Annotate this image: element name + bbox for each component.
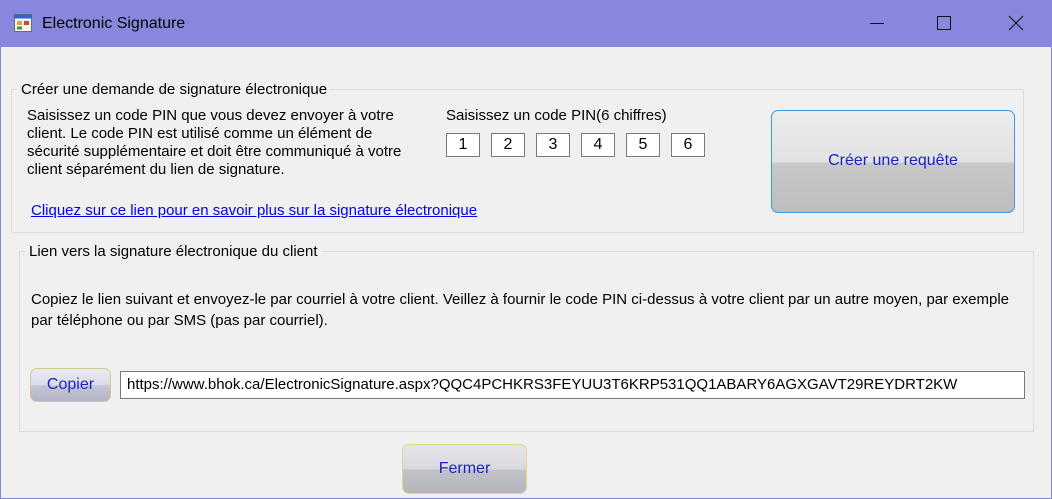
link-group-legend: Lien vers la signature électronique du c… [29,243,318,260]
pin-digit-3[interactable]: 3 [536,133,570,157]
pin-label: Saisissez un code PIN(6 chiffres) [446,107,667,124]
pin-description: Saisissez un code PIN que vous devez env… [27,107,402,178]
dialog-body: Créer une demande de signature électroni… [1,47,1051,498]
maximize-icon [937,16,951,30]
link-instructions: Copiez le lien suivant et envoyez-le par… [31,291,1009,329]
window-title: Electronic Signature [42,15,186,32]
app-window-icon [14,14,32,32]
link-groupbox: Lien vers la signature électronique du c… [19,243,1034,432]
minimize-button[interactable] [854,0,900,47]
request-group-legend: Créer une demande de signature électroni… [21,81,328,98]
close-icon [1008,15,1024,31]
pin-digit-2[interactable]: 2 [491,133,525,157]
pin-digit-1[interactable]: 1 [446,133,480,157]
learn-more-link[interactable]: Cliquez sur ce lien pour en savoir plus … [31,202,477,219]
minimize-icon [870,23,884,24]
pin-digit-5[interactable]: 5 [626,133,660,157]
copy-button[interactable]: Copier [30,368,111,402]
signature-link-field[interactable]: https://www.bhok.ca/ElectronicSignature.… [120,371,1025,399]
close-window-button[interactable] [993,0,1039,47]
title-bar[interactable]: Electronic Signature [0,0,1052,47]
create-request-button[interactable]: Créer une requête [771,110,1015,213]
pin-digit-6[interactable]: 6 [671,133,705,157]
close-button[interactable]: Fermer [402,444,527,494]
maximize-button[interactable] [921,0,967,47]
pin-digit-4[interactable]: 4 [581,133,615,157]
